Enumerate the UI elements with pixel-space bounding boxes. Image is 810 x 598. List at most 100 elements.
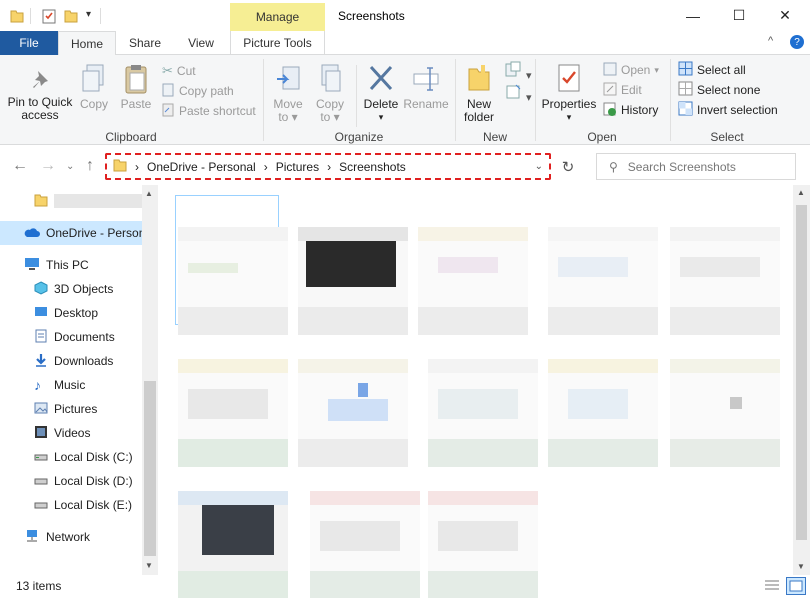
cut-button[interactable]: ✂ Cut [162,61,256,81]
edit-button[interactable]: Edit [603,80,659,100]
search-input[interactable]: ⚲ Search Screenshots [596,153,796,180]
invert-selection-button[interactable]: Invert selection [678,100,778,120]
maximize-button[interactable]: ☐ [716,0,762,31]
file-thumbnail[interactable] [428,359,538,467]
collapse-ribbon-button[interactable]: ^ [768,35,773,47]
details-view-icon[interactable] [764,579,780,596]
nav-item-music[interactable]: ♪ Music [0,373,142,397]
window-title: Screenshots [338,9,405,23]
new-item-icon [505,61,521,77]
tab-share[interactable]: Share [118,31,172,55]
file-thumbnail[interactable] [298,227,408,335]
new-folder-button[interactable]: New folder [458,63,500,124]
invert-selection-icon [678,101,693,119]
scroll-down-icon[interactable]: ▼ [145,561,153,570]
cube-icon [34,280,48,298]
minimize-button[interactable]: — [670,0,716,31]
customize-toolbar-icon[interactable]: ▾ [86,9,91,20]
nav-item-downloads[interactable]: Downloads [0,349,142,373]
divider [30,8,31,24]
up-arrow-icon[interactable]: ↑ [86,157,94,175]
scissors-icon: ✂ [162,63,173,78]
divider [100,8,101,24]
scroll-up-icon[interactable]: ▲ [145,189,153,198]
music-icon: ♪ [34,377,41,393]
scroll-down-icon[interactable]: ▼ [797,562,805,571]
nav-scrollbar-thumb[interactable] [144,381,156,556]
select-all-label: Select all [697,63,746,77]
properties-button[interactable]: Properties ▾ [540,63,598,124]
move-to-button[interactable]: Move to ▾ [268,63,308,124]
address-bar[interactable]: › OneDrive - Personal › Pictures › Scree… [105,153,551,180]
file-thumbnail[interactable] [670,359,780,467]
paste-button[interactable]: Paste [118,63,154,111]
select-all-button[interactable]: Select all [678,60,778,80]
rename-button[interactable]: Rename [402,63,450,111]
file-explorer-window: ▾ Manage Screenshots — ☐ ✕ File Home Sha… [0,0,810,598]
breadcrumb-onedrive[interactable]: OneDrive - Personal [147,160,256,174]
nav-label-this-pc: This PC [46,258,89,272]
nav-item-network[interactable]: Network [0,525,142,549]
nav-label-3d-objects: 3D Objects [54,282,114,296]
recent-locations-icon[interactable]: ⌄ [66,161,74,172]
file-list [158,185,793,598]
select-none-button[interactable]: Select none [678,80,778,100]
drive-icon [34,449,48,466]
copy-to-button[interactable]: Copy to ▾ [310,63,350,124]
file-thumbnail[interactable] [178,227,288,335]
nav-label-onedrive: OneDrive - Personal [46,226,142,240]
open-button[interactable]: Open ▾ [603,60,659,80]
nav-label-local-disk-e: Local Disk (E:) [54,498,133,512]
tab-picture-tools[interactable]: Picture Tools [230,31,325,55]
breadcrumb-screenshots[interactable]: Screenshots [339,160,406,174]
tab-home[interactable]: Home [58,31,116,56]
nav-item-local-disk-c[interactable]: Local Disk (C:) [0,445,142,469]
file-thumbnail[interactable] [548,227,658,335]
new-item-button[interactable]: ▾ [504,61,532,82]
tab-file[interactable]: File [0,31,58,55]
refresh-icon[interactable]: ↻ [556,155,580,179]
nav-item-desktop[interactable]: Desktop [0,301,142,325]
close-button[interactable]: ✕ [762,0,808,31]
copy-path-button[interactable]: Copy path [162,81,256,101]
nav-item-quick-folder[interactable] [0,189,142,213]
rename-label: Rename [403,97,449,111]
properties-icon[interactable] [42,8,56,24]
divider [263,59,264,141]
back-arrow-icon[interactable]: ← [12,157,28,175]
file-thumbnail[interactable] [178,359,288,467]
new-folder-icon[interactable] [64,8,78,24]
file-thumbnail[interactable] [418,227,528,335]
paste-shortcut-button[interactable]: Paste shortcut [162,101,256,121]
nav-item-videos[interactable]: Videos [0,421,142,445]
forward-arrow-icon[interactable]: → [40,157,56,175]
chevron-down-icon[interactable]: ⌄ [535,161,543,172]
copy-button[interactable]: Copy [76,63,112,111]
nav-item-pictures[interactable]: Pictures [0,397,142,421]
large-icons-view-icon[interactable] [786,577,806,595]
nav-item-3d-objects[interactable]: 3D Objects [0,277,142,301]
nav-item-local-disk-e[interactable]: Local Disk (E:) [0,493,142,517]
nav-item-documents[interactable]: Documents [0,325,142,349]
scroll-up-icon[interactable]: ▲ [797,188,805,197]
nav-item-onedrive[interactable]: OneDrive - Personal [0,221,142,245]
manage-contextual-tab[interactable]: Manage [230,3,325,31]
help-button[interactable]: ? [790,35,804,49]
easy-access-button[interactable]: ▾ [504,83,532,104]
pin-to-quick-access-button[interactable]: Pin to Quick access [4,67,76,122]
nav-label-desktop: Desktop [54,306,99,320]
delete-button[interactable]: Delete ▾ [360,63,402,124]
history-button[interactable]: History [603,100,659,120]
file-thumbnail[interactable] [670,227,780,335]
breadcrumb-pictures[interactable]: Pictures [276,160,319,174]
file-thumbnail[interactable] [548,359,658,467]
rename-icon [413,67,439,91]
nav-item-local-disk-d[interactable]: Local Disk (D:) [0,469,142,493]
content-scrollbar-thumb[interactable] [796,205,807,540]
nav-item-this-pc[interactable]: This PC [0,253,142,277]
pc-icon [24,257,40,274]
tab-view[interactable]: View [174,31,228,55]
nav-label-music: Music [54,378,86,392]
file-thumbnail[interactable] [298,359,408,467]
new-group-label: New [482,130,507,144]
